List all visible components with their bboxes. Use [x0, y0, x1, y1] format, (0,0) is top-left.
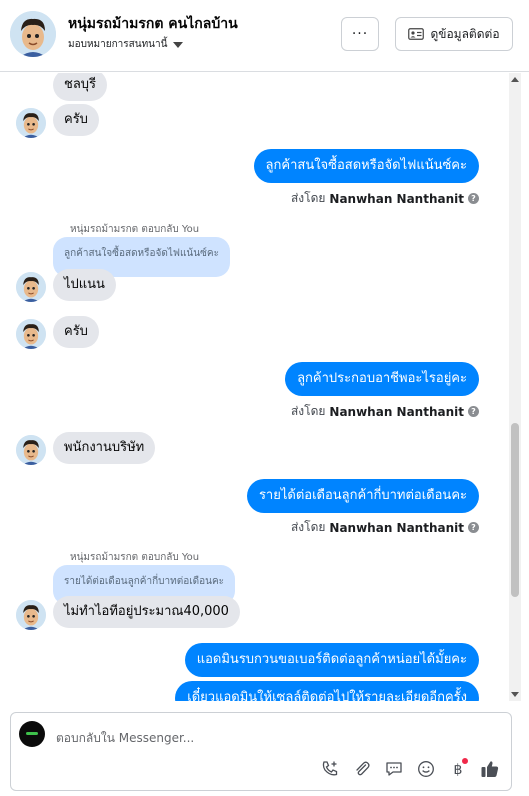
incoming-message[interactable]: ครับ: [53, 316, 99, 348]
scroll-down-arrow[interactable]: [511, 692, 519, 697]
incoming-message[interactable]: ไปแนน: [53, 269, 116, 301]
conversation-title: หนุ่มรถม้ามรกต คนไกลบ้าน: [68, 16, 238, 32]
chat-scrollbar[interactable]: [509, 73, 521, 701]
help-icon[interactable]: ?: [468, 193, 479, 204]
sender-name: Nanwhan Nanthanit: [329, 404, 464, 419]
outgoing-message[interactable]: รายได้ต่อเดือนลูกค้ากี่บาทต่อเดือนคะ: [246, 479, 479, 513]
sender-avatar[interactable]: [16, 272, 46, 302]
attachment-icon[interactable]: [351, 758, 373, 780]
conversation-header: หนุ่มรถม้ามรกต คนไกลบ้าน มอบหมายการสนทนา…: [0, 0, 529, 72]
help-icon[interactable]: ?: [468, 406, 479, 417]
thumbs-up-icon[interactable]: [479, 758, 501, 780]
outgoing-message[interactable]: ลูกค้าสนใจซื้อสดหรือจัดไฟแน้นซ์คะ: [253, 149, 479, 183]
help-icon[interactable]: ?: [468, 522, 479, 533]
view-contact-label: ดูข้อมูลติดต่อ: [430, 26, 500, 41]
sender-avatar[interactable]: [16, 600, 46, 630]
sender-avatar[interactable]: [16, 108, 46, 138]
sender-name: Nanwhan Nanthanit: [329, 520, 464, 535]
assign-conversation-dropdown[interactable]: มอบหมายการสนทนานี้: [68, 37, 184, 52]
scrollbar-thumb[interactable]: [511, 423, 519, 597]
page-avatar: [19, 721, 45, 747]
incoming-message[interactable]: ชลบุรี: [53, 73, 108, 101]
caret-down-icon: [173, 41, 184, 48]
sender-avatar[interactable]: [16, 319, 46, 349]
view-contact-button[interactable]: ดูข้อมูลติดต่อ: [395, 17, 513, 51]
incoming-message[interactable]: ไม่ทำไอทีอยู่ประมาณ40,000: [53, 596, 240, 628]
contact-avatar[interactable]: [10, 11, 56, 57]
more-options-button[interactable]: ···: [341, 17, 379, 51]
reply-composer[interactable]: ตอบกลับใน Messenger... ฿: [10, 712, 512, 791]
composer-toolbar: ฿: [319, 758, 501, 780]
reply-input[interactable]: ตอบกลับใน Messenger...: [56, 729, 194, 748]
sent-by-label: ส่งโดย Nanwhan Nanthanit ?: [291, 189, 479, 208]
chat-bubble-icon[interactable]: [383, 758, 405, 780]
more-label: ···: [351, 26, 369, 42]
incoming-message[interactable]: ครับ: [53, 104, 99, 136]
sent-by-label: ส่งโดย Nanwhan Nanthanit ?: [291, 518, 479, 537]
contact-card-icon: [408, 28, 425, 40]
scroll-up-arrow[interactable]: [511, 77, 519, 82]
outgoing-message[interactable]: แอดมินรบกวนขอเบอร์ติดต่อลูกค้าหน่อยได้มั…: [184, 643, 479, 677]
svg-text:฿: ฿: [454, 762, 463, 778]
reply-meta: หนุ่มรถม้ามรกต ตอบกลับ You: [70, 552, 200, 563]
message-list[interactable]: ชลบุรี ครับ ลูกค้าสนใจซื้อสดหรือจัดไฟแน้…: [0, 73, 521, 701]
incoming-message[interactable]: พนักงานบริษัท: [53, 432, 156, 464]
sender-name: Nanwhan Nanthanit: [329, 191, 464, 206]
assign-label: มอบหมายการสนทนานี้: [68, 39, 168, 50]
reply-meta: หนุ่มรถม้ามรกต ตอบกลับ You: [70, 224, 200, 235]
emoji-icon[interactable]: [415, 758, 437, 780]
notification-dot: [462, 758, 468, 764]
phone-add-icon[interactable]: [319, 758, 341, 780]
sender-avatar[interactable]: [16, 435, 46, 465]
outgoing-message[interactable]: เดี๋ยวแอดมินให้เซลล์ติดต่อไปให้รายละเอีย…: [175, 681, 479, 701]
baht-icon[interactable]: ฿: [447, 758, 469, 780]
outgoing-message[interactable]: ลูกค้าประกอบอาชีพอะไรอยู่คะ: [285, 362, 479, 396]
sent-by-label: ส่งโดย Nanwhan Nanthanit ?: [291, 402, 479, 421]
